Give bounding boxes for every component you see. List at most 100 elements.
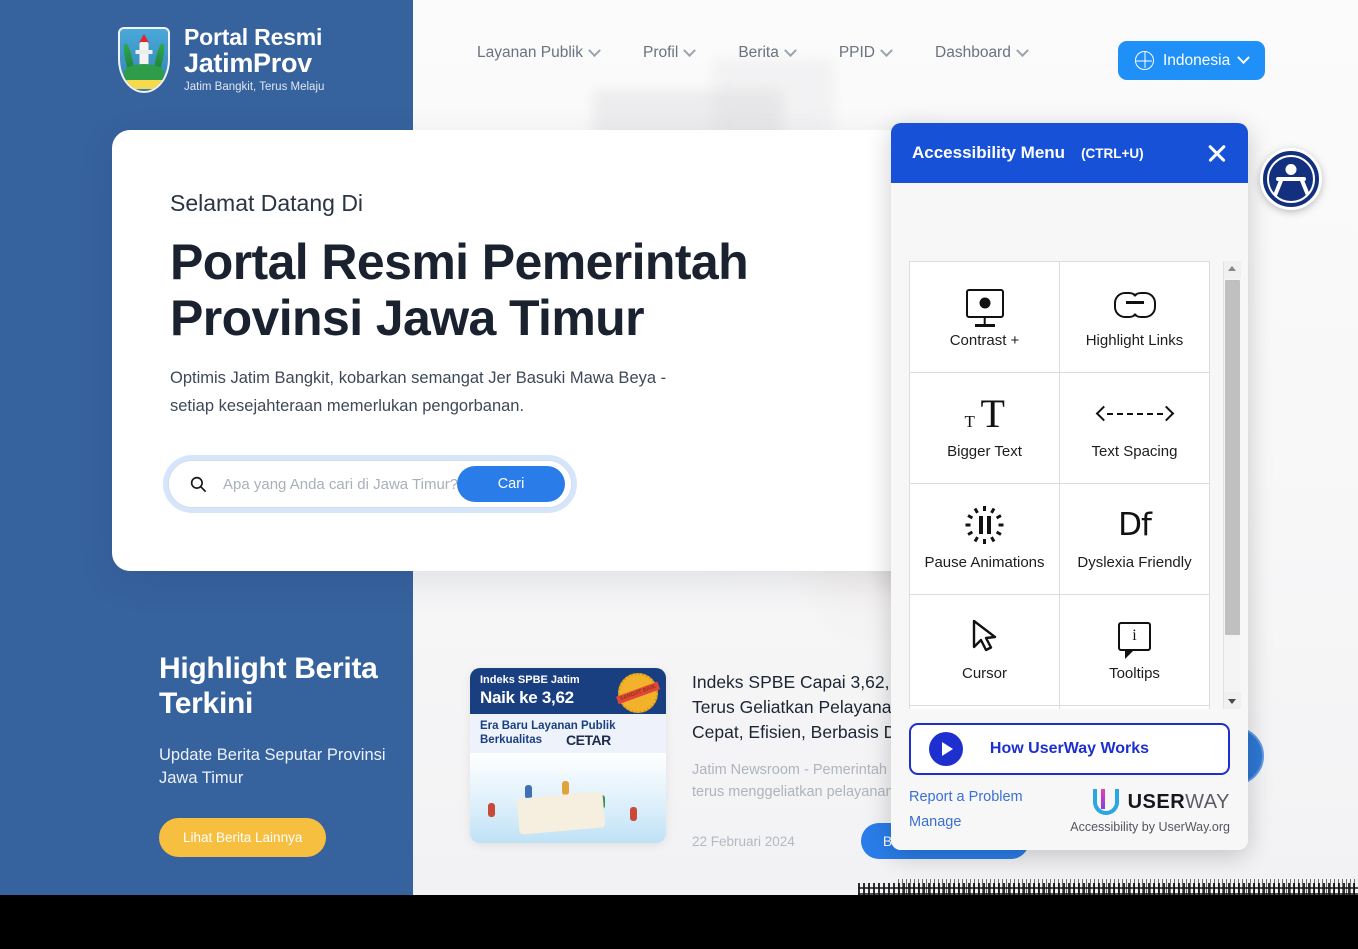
panel-title: Accessibility Menu <box>912 143 1066 162</box>
search-icon <box>190 476 206 492</box>
view-more-news-button[interactable]: Lihat Berita Lainnya <box>159 818 327 858</box>
how-userway-works-label: How UserWay Works <box>989 740 1150 757</box>
accessibility-widget-button[interactable] <box>1260 148 1322 210</box>
news-thumbnail: Indeks SPBE Jatim Naik ke 3,62 SANGAT BA… <box>470 668 666 843</box>
brand-text: Portal Resmi JatimProv Jatim Bangkit, Te… <box>184 24 325 94</box>
option-label: Pause Animations <box>924 554 1045 571</box>
hero-kicker: Selamat Datang Di <box>170 190 364 216</box>
nav-label: Dashboard <box>935 44 1011 61</box>
nav-label: Profil <box>643 44 679 61</box>
panel-header: Accessibility Menu (CTRL+U) <box>891 123 1248 183</box>
nav-item-dashboard[interactable]: Dashboard <box>913 43 1049 62</box>
tooltip-icon: i <box>1118 621 1151 659</box>
panel-footer: How UserWay Works Report a Problem Manag… <box>891 709 1248 850</box>
option-label: Tooltips <box>1109 665 1160 682</box>
highlight-section: Highlight Berita Terkini Update Berita S… <box>159 652 409 858</box>
search-bar[interactable]: Cari <box>168 460 572 508</box>
globe-icon <box>1135 51 1154 70</box>
highlight-subtitle: Update Berita Seputar Provinsi Jawa Timu… <box>159 745 386 788</box>
brand-line-2: JatimProv <box>184 48 312 79</box>
report-problem-link[interactable]: Report a Problem <box>909 789 1023 805</box>
nav-label: PPID <box>838 44 876 61</box>
scroll-up-arrow-icon[interactable] <box>1224 261 1241 278</box>
page-title: Portal Resmi Pemerintah Provinsi Jawa Ti… <box>170 234 749 346</box>
option-partial-row-left[interactable] <box>910 706 1060 709</box>
options-grid-container: Contrast + Highlight Links TT Bigger Tex… <box>909 261 1210 709</box>
search-input[interactable] <box>223 475 457 493</box>
manage-link[interactable]: Manage <box>909 814 1023 830</box>
panel-scroll-area: Contrast + Highlight Links TT Bigger Tex… <box>891 183 1248 709</box>
highlight-title: Highlight Berita Terkini <box>159 652 378 720</box>
chevron-down-icon <box>1237 51 1251 65</box>
main-navigation: Layanan Publik Profil Berita PPID Dashbo… <box>455 43 1049 62</box>
close-icon[interactable] <box>1204 140 1230 166</box>
nav-item-ppid[interactable]: PPID <box>817 43 913 62</box>
thumb-badge-line-2: Naik ke 3,62 <box>480 688 574 707</box>
scroll-down-arrow-icon[interactable] <box>1224 692 1241 709</box>
dyslexia-df-icon: Df <box>1118 506 1152 543</box>
bottom-noise-band <box>858 883 1358 919</box>
language-label: Indonesia <box>1163 51 1231 69</box>
chevron-down-icon <box>683 43 697 57</box>
search-submit-button[interactable]: Cari <box>457 466 565 502</box>
nav-item-layanan-publik[interactable]: Layanan Publik <box>455 43 621 62</box>
bigger-text-icon: TT <box>964 391 1005 436</box>
thumb-seal-icon: SANGAT BAIK <box>616 673 660 713</box>
nav-label: Layanan Publik <box>477 44 583 61</box>
news-date: 22 Februari 2024 <box>692 833 795 849</box>
panel-scrollbar[interactable] <box>1223 261 1241 709</box>
thumb-caption-1: Era Baru Layanan Publik <box>480 720 616 732</box>
hero-description: Optimis Jatim Bangkit, kobarkan semangat… <box>170 369 667 416</box>
option-contrast[interactable]: Contrast + <box>910 262 1060 373</box>
thumb-badge-line-1: Indeks SPBE Jatim <box>480 674 580 686</box>
nav-label: Berita <box>738 44 779 61</box>
option-text-spacing[interactable]: Text Spacing <box>1060 373 1210 484</box>
thumb-illustration <box>470 753 666 843</box>
userway-tagline: Accessibility by UserWay.org <box>1070 820 1230 834</box>
chevron-down-icon <box>588 43 601 57</box>
option-bigger-text[interactable]: TT Bigger Text <box>910 373 1060 484</box>
accessibility-menu-panel: Accessibility Menu (CTRL+U) Contrast + H… <box>891 123 1248 850</box>
site-header: Portal Resmi JatimProv Jatim Bangkit, Te… <box>0 0 1358 123</box>
option-dyslexia-friendly[interactable]: Df Dyslexia Friendly <box>1060 484 1210 595</box>
monitor-contrast-icon <box>965 288 1004 327</box>
option-partial-row-right[interactable] <box>1060 706 1210 709</box>
text-spacing-icon <box>1095 405 1174 423</box>
thumb-caption-mark: CETAR <box>566 732 611 748</box>
pause-animations-icon <box>965 506 1004 544</box>
option-label: Bigger Text <box>947 443 1022 460</box>
brand-logo[interactable]: Portal Resmi JatimProv Jatim Bangkit, Te… <box>118 24 325 94</box>
option-label: Contrast + <box>949 332 1020 349</box>
jatim-crest-icon <box>118 26 170 93</box>
option-cursor[interactable]: Cursor <box>910 595 1060 706</box>
option-label: Highlight Links <box>1085 332 1184 349</box>
chevron-down-icon <box>880 43 893 57</box>
cursor-icon <box>972 619 996 652</box>
scrollbar-thumb[interactable] <box>1225 280 1240 635</box>
accessibility-person-icon <box>1285 164 1297 175</box>
option-tooltips[interactable]: i Tooltips <box>1060 595 1210 706</box>
chevron-down-icon <box>1015 43 1029 57</box>
userway-brand-light: WAY <box>1185 790 1230 813</box>
option-pause-animations[interactable]: Pause Animations <box>910 484 1060 595</box>
language-selector[interactable]: Indonesia <box>1118 41 1266 80</box>
page-root: Portal Resmi JatimProv Jatim Bangkit, Te… <box>0 0 1358 949</box>
brand-line-1: Portal Resmi <box>184 24 323 50</box>
thumb-seal-label: SANGAT BAIK <box>616 681 660 705</box>
thumb-caption-2: Berkualitas <box>480 734 543 746</box>
option-highlight-links[interactable]: Highlight Links <box>1060 262 1210 373</box>
accessibility-options-grid: Contrast + Highlight Links TT Bigger Tex… <box>909 261 1210 709</box>
userway-brand-bold: USER <box>1127 790 1186 813</box>
panel-shortcut: (CTRL+U) <box>1081 145 1144 161</box>
option-label: Cursor <box>961 665 1007 682</box>
option-label: Dyslexia Friendly <box>1077 554 1192 571</box>
option-label: Text Spacing <box>1091 443 1178 460</box>
how-userway-works-button[interactable]: How UserWay Works <box>909 723 1230 775</box>
nav-item-profil[interactable]: Profil <box>621 43 716 62</box>
userway-branding: USERWAY Accessibility by UserWay.org <box>1070 789 1230 834</box>
chevron-down-icon <box>783 43 797 57</box>
hero-card: Selamat Datang Di Portal Resmi Pemerinta… <box>112 130 944 571</box>
nav-item-berita[interactable]: Berita <box>716 43 817 62</box>
panel-footer-row: Report a Problem Manage USERWAY Accessib… <box>909 789 1230 834</box>
brand-tagline: Jatim Bangkit, Terus Melaju <box>184 80 325 93</box>
